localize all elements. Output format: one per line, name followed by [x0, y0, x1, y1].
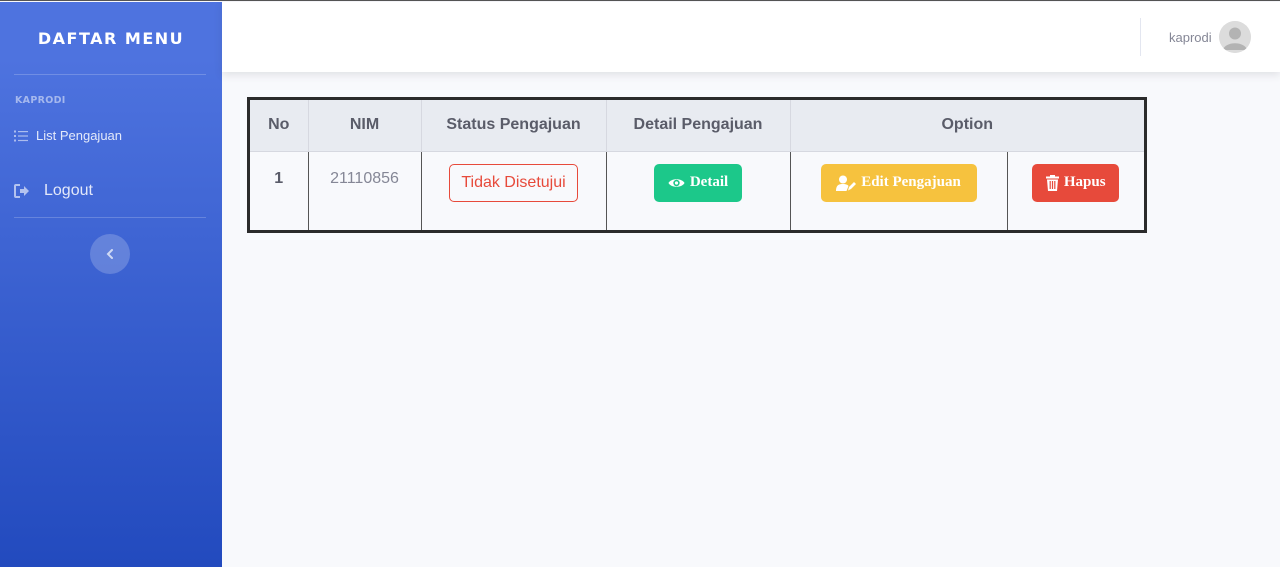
column-header-option: Option [790, 100, 1144, 152]
hapus-button[interactable]: Hapus [1032, 163, 1120, 202]
detail-button[interactable]: Detail [654, 163, 742, 202]
user-avatar-icon[interactable] [1219, 21, 1251, 53]
sidebar-heading: KAPRODI [15, 95, 66, 106]
list-icon [14, 130, 28, 141]
table-header-row: No NIM Status Pengajuan Detail Pengajuan… [250, 100, 1144, 152]
user-name[interactable]: kaprodi [1169, 30, 1212, 45]
sign-out-icon [14, 184, 29, 198]
pengajuan-table: No NIM Status Pengajuan Detail Pengajuan… [247, 97, 1147, 233]
table-row: 1 21110856 Tidak Disetujui Detail Edit P… [250, 151, 1144, 230]
row-delete-cell: Hapus [1007, 151, 1144, 230]
status-badge: Tidak Disetujui [449, 163, 578, 202]
row-number: 1 [250, 151, 309, 230]
sidebar-item-label: Logout [44, 182, 93, 199]
column-header-detail: Detail Pengajuan [606, 100, 791, 152]
row-detail-cell: Detail [606, 151, 791, 230]
sidebar-toggle-button[interactable] [90, 234, 130, 274]
topbar-divider [1140, 18, 1141, 56]
edit-button-label: Edit Pengajuan [861, 174, 961, 190]
row-edit-cell: Edit Pengajuan [790, 151, 1008, 230]
eye-icon [668, 178, 685, 187]
hapus-button-label: Hapus [1063, 174, 1106, 190]
sidebar-item-list-pengajuan[interactable]: List Pengajuan [14, 128, 122, 143]
edit-pengajuan-button[interactable]: Edit Pengajuan [820, 163, 977, 202]
chevron-left-icon [106, 249, 113, 259]
row-nim: 21110856 [308, 151, 422, 230]
detail-button-label: Detail [689, 174, 729, 190]
trash-icon [1045, 174, 1059, 191]
sidebar-item-label: List Pengajuan [36, 128, 123, 143]
row-status-cell: Tidak Disetujui [421, 151, 607, 230]
topbar: kaprodi [222, 2, 1280, 72]
column-header-no: No [250, 100, 309, 152]
sidebar-divider [14, 217, 206, 218]
user-edit-icon [836, 175, 857, 191]
column-header-nim: NIM [308, 100, 422, 152]
sidebar-brand[interactable]: DAFTAR MENU [0, 2, 222, 74]
column-header-status: Status Pengajuan [421, 100, 607, 152]
sidebar: DAFTAR MENU KAPRODI List Pengajuan Logou… [0, 2, 222, 567]
sidebar-item-logout[interactable]: Logout [14, 182, 93, 200]
